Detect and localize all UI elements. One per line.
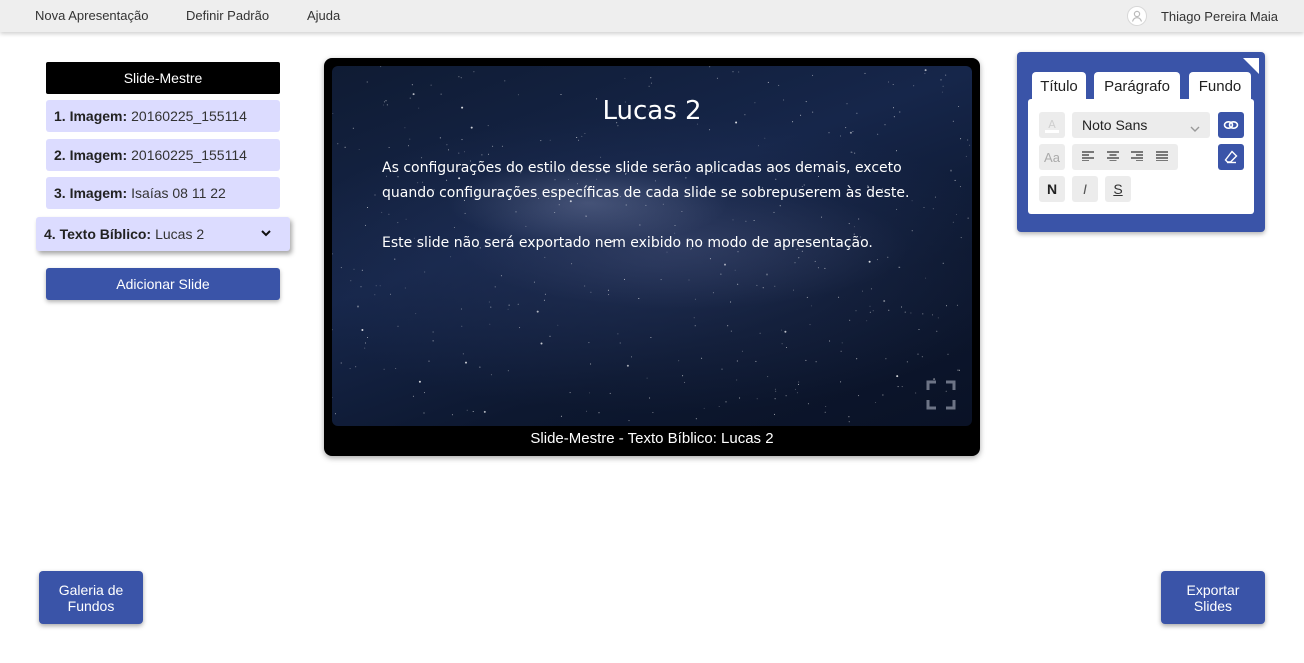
fullscreen-icon[interactable] (926, 380, 956, 410)
tab-titulo[interactable]: Título (1032, 72, 1086, 100)
slide-title: Lucas 2 (602, 96, 702, 126)
slide-item-2[interactable]: 2. Imagem: 20160225_155114 (46, 139, 280, 171)
menu-definir-padrao[interactable]: Definir Padrão (186, 8, 269, 23)
slide-item-1[interactable]: 1. Imagem: 20160225_155114 (46, 100, 280, 132)
add-slide-button[interactable]: Adicionar Slide (46, 268, 280, 300)
slide-item-3[interactable]: 3. Imagem: Isaías 08 11 22 (46, 177, 280, 209)
chevron-down-icon[interactable] (260, 226, 272, 242)
slide-list: Slide-Mestre 1. Imagem: 20160225_155114 … (36, 62, 290, 300)
export-slides-button[interactable]: Exportar Slides (1161, 571, 1265, 624)
chevron-down-icon (1190, 120, 1200, 136)
slide-item-prefix: 2. Imagem: (54, 147, 128, 163)
user-avatar-icon (1126, 6, 1147, 26)
align-right-icon[interactable] (1131, 148, 1144, 166)
alignment-group (1072, 144, 1178, 170)
align-left-icon[interactable] (1082, 148, 1095, 166)
top-menu-bar: Nova Apresentação Definir Padrão Ajuda T… (0, 0, 1304, 32)
strikethrough-button[interactable]: S (1105, 176, 1131, 202)
gallery-label-line1: Galeria de (58, 581, 124, 598)
style-panel-body: A Noto Sans Aa N I S (1028, 99, 1254, 214)
menu-ajuda[interactable]: Ajuda (307, 8, 340, 23)
slide-item-prefix: 4. Texto Bíblico: (44, 226, 152, 242)
font-color-icon[interactable]: A (1039, 112, 1065, 138)
slide-item-name: Isaías 08 11 22 (131, 185, 226, 201)
align-justify-icon[interactable] (1155, 148, 1168, 166)
slide-item-name: 20160225_155114 (131, 147, 247, 163)
slide-item-name: Lucas 2 (155, 226, 205, 242)
tab-paragrafo[interactable]: Parágrafo (1094, 72, 1180, 100)
link-icon[interactable] (1218, 112, 1244, 138)
slide-paragraph-2: Este slide não será exportado nem exibid… (382, 235, 873, 251)
preview-caption: Slide-Mestre - Texto Bíblico: Lucas 2 (530, 430, 774, 447)
align-center-icon[interactable] (1106, 148, 1119, 166)
style-panel: Título Parágrafo Fundo A Noto Sans Aa N … (1017, 52, 1265, 232)
background-gallery-button[interactable]: Galeria de Fundos (39, 571, 143, 624)
bold-button[interactable]: N (1039, 176, 1065, 202)
slide-paragraph-1: As configurações do estilo desse slide s… (382, 160, 910, 201)
svg-text:A: A (1048, 118, 1056, 131)
slide-master-button[interactable]: Slide-Mestre (46, 62, 280, 94)
font-family-value: Noto Sans (1082, 117, 1148, 133)
user-name: Thiago Pereira Maia (1160, 8, 1278, 24)
slide-canvas[interactable]: Lucas 2 As configurações do estilo desse… (332, 66, 972, 426)
user-menu[interactable]: Thiago Pereira Maia (1126, 6, 1278, 26)
text-case-button[interactable]: Aa (1039, 144, 1065, 170)
gallery-label-line2: Fundos (67, 597, 115, 614)
export-label-line2: Slides (1193, 597, 1233, 614)
slide-item-prefix: 3. Imagem: (54, 185, 128, 201)
slide-item-name: 20160225_155114 (131, 108, 247, 124)
export-label-line1: Exportar (1186, 581, 1240, 598)
slide-item-prefix: 1. Imagem: (54, 108, 128, 124)
menu-nova-apresentacao[interactable]: Nova Apresentação (35, 8, 148, 23)
eraser-icon[interactable] (1218, 144, 1244, 170)
slide-item-4-selected[interactable]: 4. Texto Bíblico: Lucas 2 (36, 217, 290, 251)
tab-fundo[interactable]: Fundo (1189, 72, 1251, 100)
font-family-select[interactable]: Noto Sans (1072, 112, 1210, 138)
slide-preview: Lucas 2 As configurações do estilo desse… (324, 58, 980, 456)
italic-button[interactable]: I (1072, 176, 1098, 202)
